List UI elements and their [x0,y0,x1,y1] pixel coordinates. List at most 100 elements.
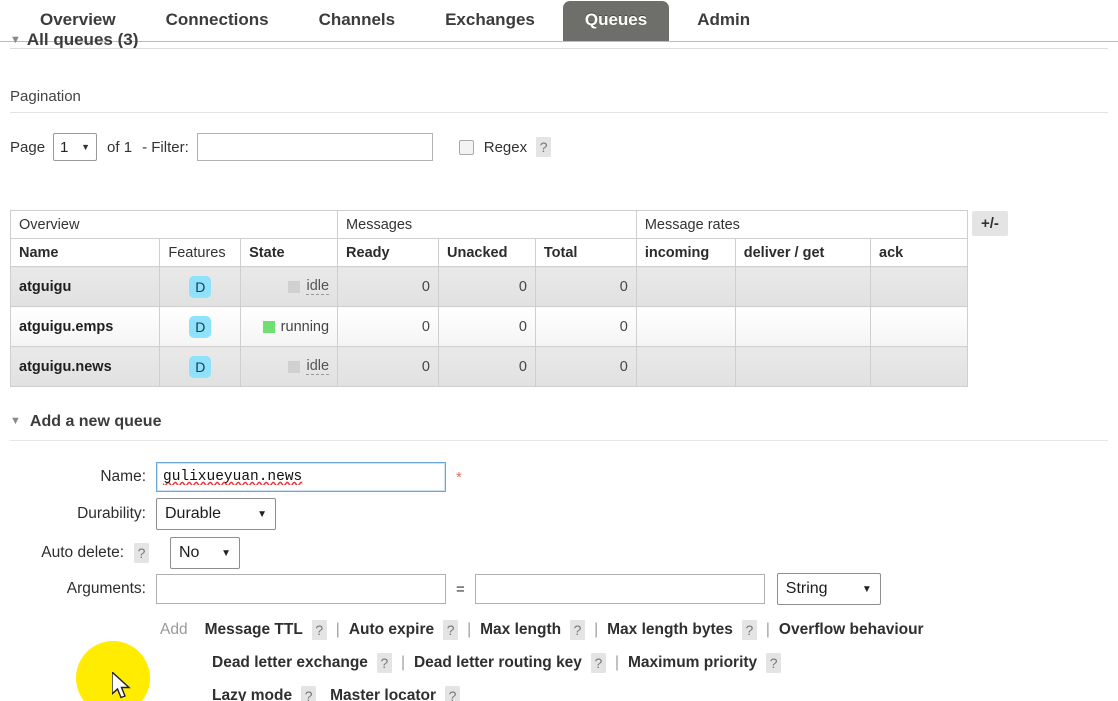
queue-name-link[interactable]: atguigu.news [19,359,112,375]
cell-features: D [159,346,242,387]
table-row[interactable]: atguigu Didle 0 0 0 [9,266,968,307]
preset-link-auto-expire[interactable]: Auto expire [349,621,434,639]
column-header-ready[interactable]: Ready [337,238,439,267]
durability-field-row: Durability: Durable ▼ [10,498,276,530]
argument-type-select[interactable]: String ▼ [776,573,881,605]
durable-badge[interactable]: D [189,355,212,378]
argument-key-input[interactable] [156,574,446,604]
argument-value-input[interactable] [474,574,765,604]
queue-name-link[interactable]: atguigu [19,279,71,295]
heading-divider [10,48,1108,49]
add-queue-section-header[interactable]: ▼ Add a new queue [10,413,161,431]
group-header-message-rates: Message rates [635,210,969,239]
auto-delete-help-icon[interactable]: ? [134,543,149,563]
help-icon[interactable]: ? [445,685,461,701]
cell-total: 0 [534,346,637,387]
page-select[interactable]: 1 ▼ [53,133,98,161]
regex-help-icon[interactable]: ? [536,137,552,157]
cell-deliver-get [734,306,872,347]
durability-select[interactable]: Durable ▼ [156,498,276,530]
preset-link-dead-letter-routing-key[interactable]: Dead letter routing key [414,654,582,672]
column-header-total[interactable]: Total [534,238,637,267]
table-row[interactable]: atguigu.news Didle 0 0 0 [9,346,968,387]
preset-link-master-locator[interactable]: Master locator [330,687,436,701]
add-argument-label[interactable]: Add [160,621,188,639]
cell-ack [870,306,968,347]
state-indicator-idle-icon [288,360,301,373]
tab-exchanges[interactable]: Exchanges [423,1,557,41]
queue-name-input[interactable] [156,462,446,492]
group-header-messages: Messages [337,210,637,239]
cell-ready: 0 [337,346,439,387]
cell-features: D [159,306,242,347]
all-queues-heading[interactable]: ▼ All queues (3) [10,30,138,50]
table-row[interactable]: atguigu.emps Drunning 0 0 0 [9,306,968,347]
cell-queue-name: atguigu.news [9,346,161,387]
tab-label: Admin [697,10,751,29]
argument-type-select-value: String [785,580,828,597]
page-select-value: 1 [60,138,69,156]
auto-delete-label: Auto delete: [41,544,124,561]
preset-link-lazy-mode[interactable]: Lazy mode [212,687,292,701]
durable-badge[interactable]: D [189,275,212,298]
column-header-name[interactable]: Name [9,238,161,267]
chevron-down-icon: ▼ [861,583,872,595]
preset-link-maximum-priority[interactable]: Maximum priority [628,654,757,672]
queues-table-head: Overview Messages Message rates Name Fea… [9,210,969,267]
tab-label: Exchanges [445,10,535,29]
help-icon[interactable]: ? [766,652,782,673]
column-header-incoming[interactable]: incoming [635,238,736,267]
preset-link-overflow-behaviour[interactable]: Overflow behaviour [779,621,924,639]
help-icon[interactable]: ? [590,652,606,673]
tab-admin[interactable]: Admin [675,1,772,41]
preset-links-row: Lazy mode? Master locator? [160,679,1118,701]
state-label[interactable]: running [281,319,329,335]
chevron-down-icon: ▼ [257,508,267,520]
column-header-ack[interactable]: ack [870,238,968,267]
cell-unacked: 0 [437,266,536,307]
toggle-columns-button[interactable]: +/- [972,211,1008,236]
main-tab-bar: Overview Connections Channels Exchanges Queu… [0,0,1118,42]
tab-queues[interactable]: Queues [562,1,670,41]
help-icon[interactable]: ? [301,685,317,701]
cell-total: 0 [534,266,637,307]
preset-link-max-length-bytes[interactable]: Max length bytes [607,621,733,639]
state-label[interactable]: idle [306,278,330,295]
column-header-unacked[interactable]: Unacked [437,238,536,267]
tab-connections[interactable]: Connections [144,1,291,41]
help-icon[interactable]: ? [741,619,757,640]
cell-unacked: 0 [437,306,536,347]
argument-equals-sign: = [456,580,465,598]
tab-channels[interactable]: Channels [297,1,418,41]
preset-link-message-ttl[interactable]: Message TTL [205,621,303,639]
column-header-deliver-get[interactable]: deliver / get [734,238,872,267]
preset-link-max-length[interactable]: Max length [480,621,561,639]
filter-input[interactable] [196,133,433,161]
preset-link-dead-letter-exchange[interactable]: Dead letter exchange [212,654,368,672]
tab-label: Queues [584,10,648,29]
help-icon[interactable]: ? [443,619,459,640]
durable-badge[interactable]: D [189,315,212,338]
auto-delete-select-value: No [179,544,200,561]
preset-argument-links: Add Message TTL? | Auto expire? | Max length?… [160,613,1118,701]
help-icon[interactable]: ? [311,619,327,640]
queue-name-link[interactable]: atguigu.emps [19,319,113,335]
durability-select-value: Durable [165,505,222,522]
group-header-row: Overview Messages Message rates [9,210,969,239]
state-label[interactable]: idle [306,358,330,375]
regex-checkbox[interactable] [458,139,474,155]
pagination-divider [10,112,1108,113]
arguments-field-row: Arguments: = String ▼ [10,573,881,605]
cell-ready: 0 [337,306,439,347]
cell-incoming [635,266,736,307]
auto-delete-select[interactable]: No ▼ [170,537,240,569]
tab-label: Channels [318,10,396,29]
help-icon[interactable]: ? [376,652,392,673]
column-header-state[interactable]: State [240,238,339,267]
cell-ready: 0 [337,266,439,307]
state-indicator-running-icon [262,320,275,333]
help-icon[interactable]: ? [570,619,586,640]
column-header-features[interactable]: Features [159,238,242,267]
preset-separator: | [335,620,340,638]
mouse-cursor-icon [112,672,131,699]
